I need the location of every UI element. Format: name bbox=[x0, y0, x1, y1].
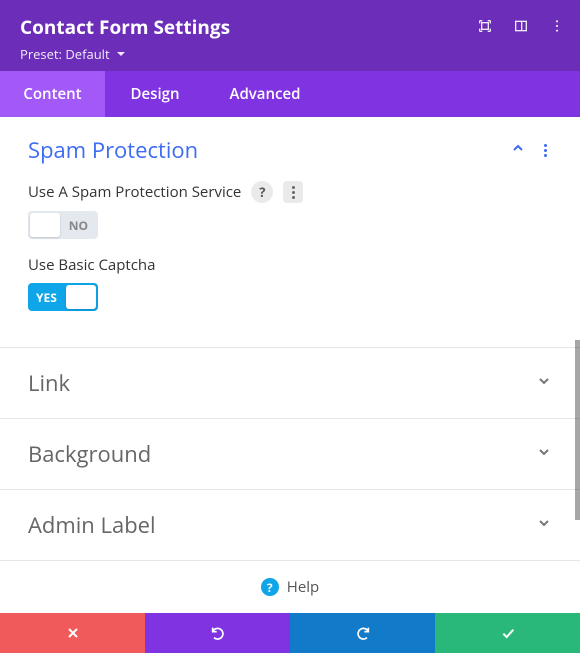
spam-service-toggle[interactable]: NO bbox=[28, 211, 98, 239]
tab-advanced[interactable]: Advanced bbox=[205, 71, 325, 117]
cancel-button[interactable] bbox=[0, 613, 145, 653]
tab-design[interactable]: Design bbox=[105, 71, 205, 117]
undo-button[interactable] bbox=[145, 613, 290, 653]
settings-header: Contact Form Settings Preset: Default bbox=[0, 0, 580, 71]
field-spam-service: Use A Spam Protection Service ? NO bbox=[28, 181, 552, 239]
field-options-icon[interactable] bbox=[283, 181, 303, 203]
section-background[interactable]: Background bbox=[0, 419, 580, 489]
toggle-label-no: NO bbox=[69, 217, 88, 234]
scrollbar[interactable] bbox=[575, 340, 580, 520]
section-spam-toggle[interactable]: Spam Protection bbox=[28, 135, 552, 165]
section-admin-label-title: Admin Label bbox=[28, 510, 156, 540]
footer-actions bbox=[0, 613, 580, 653]
panel-content: Spam Protection Use A Spam Protection Se… bbox=[0, 117, 580, 613]
section-options-icon[interactable] bbox=[538, 144, 552, 157]
help-label: Help bbox=[287, 577, 319, 597]
basic-captcha-label: Use Basic Captcha bbox=[28, 255, 155, 275]
section-admin-label[interactable]: Admin Label bbox=[0, 490, 580, 560]
tab-content[interactable]: Content bbox=[0, 71, 105, 117]
section-link-title: Link bbox=[28, 368, 70, 398]
expand-icon[interactable] bbox=[476, 17, 494, 35]
collapse-icon[interactable] bbox=[510, 139, 526, 161]
toggle-knob bbox=[30, 213, 60, 237]
field-basic-captcha: Use Basic Captcha YES bbox=[28, 255, 552, 311]
tab-bar: Content Design Advanced bbox=[0, 71, 580, 117]
preset-prefix: Preset: bbox=[20, 45, 65, 63]
expand-icon bbox=[536, 372, 552, 394]
spam-service-label: Use A Spam Protection Service bbox=[28, 182, 241, 202]
toggle-knob bbox=[66, 285, 96, 309]
section-link[interactable]: Link bbox=[0, 348, 580, 418]
help-bar[interactable]: ? Help bbox=[0, 561, 580, 613]
more-menu-icon[interactable] bbox=[548, 17, 566, 35]
expand-icon bbox=[536, 443, 552, 465]
expand-icon bbox=[536, 514, 552, 536]
header-icons bbox=[476, 17, 566, 35]
section-background-title: Background bbox=[28, 439, 151, 469]
help-icon: ? bbox=[261, 578, 279, 596]
help-icon[interactable]: ? bbox=[251, 181, 273, 203]
preset-name: Default bbox=[65, 45, 109, 63]
toggle-label-yes: YES bbox=[36, 289, 57, 306]
section-spam-title: Spam Protection bbox=[28, 135, 198, 165]
section-header-icons bbox=[510, 139, 552, 161]
preset-dropdown[interactable]: Preset: Default bbox=[20, 45, 560, 63]
save-button[interactable] bbox=[435, 613, 580, 653]
section-spam-protection: Spam Protection Use A Spam Protection Se… bbox=[0, 117, 580, 347]
panel-icon[interactable] bbox=[512, 17, 530, 35]
basic-captcha-toggle[interactable]: YES bbox=[28, 283, 98, 311]
redo-button[interactable] bbox=[290, 613, 435, 653]
